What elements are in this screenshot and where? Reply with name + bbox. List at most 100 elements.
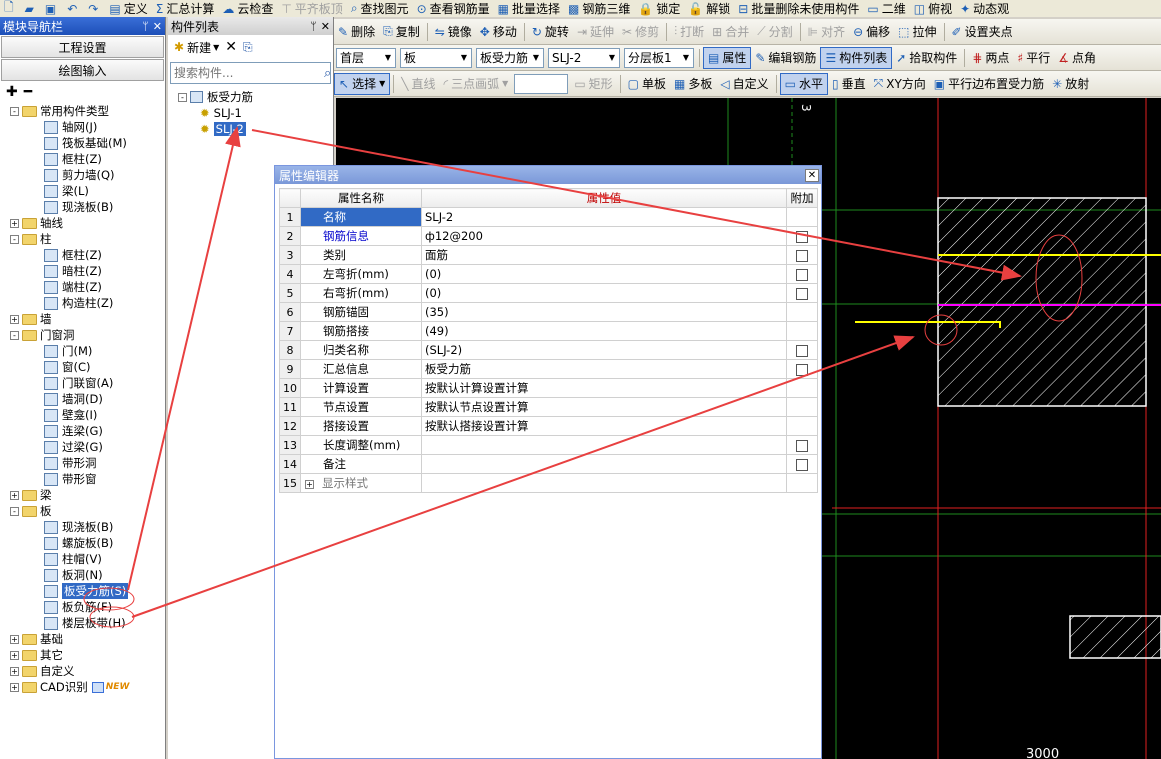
extra-checkbox[interactable] <box>796 439 808 452</box>
point-angle-button[interactable]: ∡ 点角 <box>1054 47 1100 69</box>
close-icon[interactable]: ✕ <box>321 20 330 33</box>
select-button[interactable]: ↖ 选择 ▼ <box>334 72 391 95</box>
parallel-edge-button[interactable]: ▣ 平行边布置受力筋 <box>930 73 1048 95</box>
extend-button[interactable]: ⇥ 延伸 <box>573 21 618 43</box>
new-file-button[interactable]: 🗋 <box>0 0 21 17</box>
extra-checkbox[interactable] <box>796 363 808 376</box>
batch-delete-button[interactable]: ⊟ 批量删除未使用构件 <box>734 0 863 17</box>
close-icon[interactable]: ✕ <box>805 168 819 182</box>
tree-folder[interactable]: - 门窗洞 <box>0 327 165 343</box>
tree-item[interactable]: 现浇板(B) <box>0 199 165 215</box>
single-slab-button[interactable]: ▢ 单板 <box>624 73 670 95</box>
tree-item[interactable]: 柱帽(V) <box>0 551 165 567</box>
property-value[interactable]: 面筋 <box>421 245 787 265</box>
component-select[interactable]: SLJ-2 ▼ <box>548 47 620 68</box>
tree-item[interactable]: 带形窗 <box>0 471 165 487</box>
batch-select-button[interactable]: ▦ 批量选择 <box>494 0 564 17</box>
property-value[interactable]: SLJ-2 <box>421 207 787 227</box>
dynamic-view-button[interactable]: ✦ 动态观 <box>956 0 1013 17</box>
project-settings-button[interactable]: 工程设置 <box>1 36 164 58</box>
tree-item[interactable]: 墙洞(D) <box>0 391 165 407</box>
2d-button[interactable]: ▭ 二维 <box>863 0 909 17</box>
property-value[interactable]: (0) <box>421 283 787 303</box>
tree-item[interactable]: 轴网(J) <box>0 119 165 135</box>
expand-icon[interactable]: + <box>10 490 19 500</box>
lock-button[interactable]: 🔒 锁定 <box>634 0 684 17</box>
search-icon[interactable]: ⌕ <box>324 63 331 83</box>
rectangle-button[interactable]: ▭ 矩形 <box>570 73 616 95</box>
tree-item[interactable]: 楼层板带(H) <box>0 615 165 631</box>
expand-all-icon[interactable]: ✚ <box>6 84 18 100</box>
tree-item[interactable]: 剪力墙(Q) <box>0 167 165 183</box>
component-item-slj1[interactable]: ✹ SLJ-1 <box>178 105 333 121</box>
tree-item[interactable]: 带形洞 <box>0 455 165 471</box>
tree-item[interactable]: 螺旋板(B) <box>0 535 165 551</box>
arc-button[interactable]: ◜ 三点画弧 ▼ <box>439 73 512 95</box>
collapse-icon[interactable]: - <box>10 106 19 116</box>
property-row[interactable]: 15 + 显示样式 <box>279 473 818 493</box>
slab-hatched[interactable] <box>937 197 1147 407</box>
property-row[interactable]: 3 类别 面筋 <box>279 245 818 265</box>
xy-direction-button[interactable]: ⤧ XY方向 <box>870 73 930 95</box>
property-row[interactable]: 13 长度调整(mm) <box>279 435 818 455</box>
copy-icon[interactable]: ⎘ <box>243 40 253 55</box>
tree-item[interactable]: 框柱(Z) <box>0 247 165 263</box>
multi-slab-button[interactable]: ▦ 多板 <box>670 73 716 95</box>
property-value[interactable]: (35) <box>421 302 787 322</box>
expand-icon[interactable]: + <box>305 480 314 489</box>
tree-item[interactable]: 板负筋(F) <box>0 599 165 615</box>
property-row[interactable]: 8 归类名称 (SLJ-2) <box>279 340 818 360</box>
extra-checkbox[interactable] <box>796 458 808 471</box>
tree-item[interactable]: 板受力筋(S) <box>0 583 165 599</box>
property-value[interactable]: 按默认计算设置计算 <box>421 378 787 398</box>
category-select[interactable]: 板 ▼ <box>400 47 472 68</box>
define-button[interactable]: ▤ 定义 <box>105 0 151 17</box>
property-value[interactable]: (SLJ-2) <box>421 340 787 360</box>
radial-button[interactable]: ✳ 放射 <box>1048 73 1093 95</box>
new-component-button[interactable]: ✱ 新建 ▼ <box>174 39 219 56</box>
property-value[interactable] <box>421 473 787 493</box>
tree-folder[interactable]: + CAD识别 NEW <box>0 679 165 695</box>
property-row[interactable]: 6 钢筋锚固 (35) <box>279 302 818 322</box>
tree-item[interactable]: 框柱(Z) <box>0 151 165 167</box>
collapse-icon[interactable]: - <box>10 330 19 340</box>
collapse-all-icon[interactable]: ━ <box>24 84 32 100</box>
property-row[interactable]: 10 计算设置 按默认计算设置计算 <box>279 378 818 398</box>
sum-button[interactable]: Σ 汇总计算 <box>152 0 219 17</box>
tree-item[interactable]: 连梁(G) <box>0 423 165 439</box>
horizontal-button[interactable]: ▭ 水平 <box>779 72 828 95</box>
vertical-button[interactable]: ▯ 垂直 <box>828 73 870 95</box>
tree-folder[interactable]: + 梁 <box>0 487 165 503</box>
tree-item[interactable]: 梁(L) <box>0 183 165 199</box>
expand-icon[interactable]: + <box>10 650 19 660</box>
expand-icon[interactable]: + <box>10 634 19 644</box>
align-button[interactable]: ⊫ 对齐 <box>804 21 849 43</box>
tree-item[interactable]: 壁龛(I) <box>0 407 165 423</box>
move-button[interactable]: ✥ 移动 <box>476 21 521 43</box>
tree-item[interactable]: 窗(C) <box>0 359 165 375</box>
component-list-button[interactable]: ☰ 构件列表 <box>820 46 893 69</box>
open-folder-button[interactable]: ▰ <box>21 0 41 17</box>
tree-folder[interactable]: + 墙 <box>0 311 165 327</box>
tree-item[interactable]: 端柱(Z) <box>0 279 165 295</box>
floor-select[interactable]: 首层 ▼ <box>336 47 396 68</box>
copy-button[interactable]: ⎘ 复制 <box>379 21 424 43</box>
tree-item[interactable]: 现浇板(B) <box>0 519 165 535</box>
search-input[interactable] <box>171 64 324 82</box>
break-button[interactable]: ⫶ 打断 <box>670 21 708 43</box>
close-icon[interactable]: ✕ <box>153 20 162 33</box>
expand-icon[interactable]: + <box>10 218 19 228</box>
arc-mode-select[interactable] <box>514 73 569 94</box>
tree-item[interactable]: 门联窗(A) <box>0 375 165 391</box>
delete-icon[interactable]: ✕ <box>225 39 237 55</box>
collapse-icon[interactable]: - <box>10 234 19 244</box>
pick-component-button[interactable]: ➚ 拾取构件 <box>892 47 961 69</box>
view-rebar-button[interactable]: ⊙ 查看钢筋量 <box>413 0 494 17</box>
property-row[interactable]: 7 钢筋搭接 (49) <box>279 321 818 341</box>
component-tree-root[interactable]: - 板受力筋 <box>178 89 333 105</box>
custom-button[interactable]: ◁ 自定义 <box>716 73 772 95</box>
pin-icon[interactable]: ᛘ <box>310 20 317 33</box>
stretch-button[interactable]: ⬚ 拉伸 <box>894 21 940 43</box>
property-row[interactable]: 14 备注 <box>279 454 818 474</box>
property-value[interactable] <box>421 454 787 474</box>
